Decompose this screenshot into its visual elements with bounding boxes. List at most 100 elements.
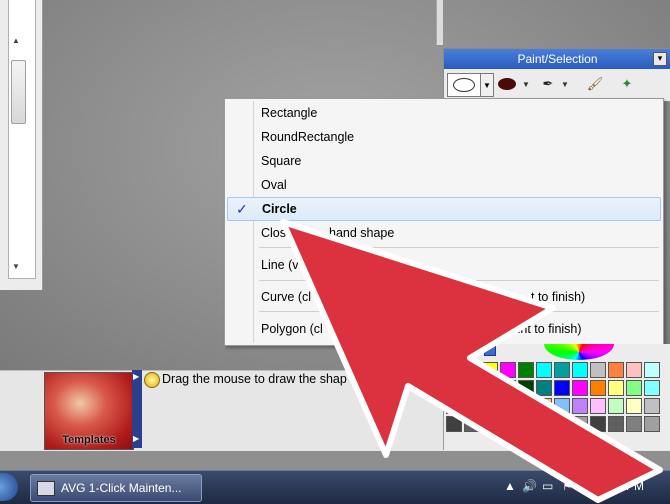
network-icon[interactable]: ▭ [542,479,553,493]
taskbar: AVG 1-Click Mainten... ▲ 🔊 ▭ ⚑ PM [0,470,670,504]
clock[interactable]: PM [626,479,644,493]
pen-dropdown-icon[interactable]: ▼ [560,73,570,95]
color-swatch[interactable] [590,398,606,414]
color-swatch[interactable] [608,416,624,432]
color-swatch[interactable] [536,362,552,378]
color-swatch[interactable] [572,416,588,432]
color-swatch[interactable] [518,398,534,414]
color-swatch[interactable] [572,380,588,396]
color-swatch[interactable] [608,362,624,378]
color-swatch[interactable] [554,362,570,378]
fill-dropdown-icon[interactable]: ▼ [521,73,531,95]
color-swatch[interactable] [626,380,642,396]
panel-title: Paint/Selection ▾ [444,49,670,69]
menu-item-closed-freehand[interactable]: Clos hand shape [227,222,661,244]
color-swatch[interactable] [446,380,462,396]
color-swatch[interactable] [464,398,480,414]
palette-icon[interactable] [484,344,496,356]
color-swatch[interactable] [464,416,480,432]
color-swatch[interactable] [464,380,480,396]
color-swatch[interactable] [626,398,642,414]
color-swatch-icon [498,78,516,90]
color-swatch[interactable] [482,380,498,396]
panel-title-text: Paint/Selection [517,52,598,66]
menu-separator [259,280,659,281]
scrollbar-thumb[interactable] [11,60,26,124]
color-swatch[interactable] [608,380,624,396]
color-swatch[interactable] [590,362,606,378]
color-swatch[interactable] [572,398,588,414]
color-swatch[interactable] [626,416,642,432]
color-swatch[interactable] [536,398,552,414]
color-swatch[interactable] [572,362,588,378]
menu-item-rectangle[interactable]: Rectangle [227,102,661,124]
menu-separator [259,247,659,248]
color-swatch[interactable] [554,416,570,432]
color-swatch[interactable] [482,416,498,432]
expand-arrow-icon: ▶ [133,434,140,443]
panel-collapse-icon[interactable]: ▾ [653,52,667,66]
paint-selection-panel: Paint/Selection ▾ ▼ ▼ ✒ ▼ 🖌 ✦ [443,48,670,102]
oval-shape-tool[interactable] [447,73,481,97]
menu-item-curve[interactable]: Curve (cl t to finish) [227,286,661,308]
scroll-down-icon[interactable]: ▼ [12,262,20,271]
menu-item-line[interactable]: Line (v [227,254,661,276]
volume-icon[interactable]: 🔊 [522,479,537,493]
right-panel-frame [436,0,443,45]
color-swatch[interactable] [518,362,534,378]
checkmark-icon: ✓ [236,201,248,217]
color-swatch[interactable] [482,362,498,378]
color-swatch[interactable] [590,380,606,396]
pen-icon[interactable]: ✒ [538,73,558,95]
color-wheel[interactable] [544,344,614,360]
expand-arrow-icon: ▶ [133,372,140,381]
color-swatch[interactable] [518,416,534,432]
color-swatch[interactable] [536,416,552,432]
left-panel: ▲ ▼ [0,0,43,290]
shape-dropdown-button[interactable]: ▼ [480,73,494,97]
monitor-icon [37,481,55,496]
flag-icon[interactable]: ⚑ [562,479,573,493]
color-swatch[interactable] [500,398,516,414]
color-swatch[interactable] [590,416,606,432]
scroll-up-icon[interactable]: ▲ [12,36,20,45]
oval-icon [453,78,475,92]
menu-item-oval[interactable]: Oval [227,174,661,196]
color-swatch[interactable] [518,380,534,396]
start-button[interactable] [0,473,18,501]
taskbar-app-button[interactable]: AVG 1-Click Mainten... [30,474,202,502]
color-swatch[interactable] [446,362,462,378]
color-swatch[interactable] [536,380,552,396]
templates-label: Templates [62,434,116,446]
color-grid [446,362,660,432]
color-swatch[interactable] [500,380,516,396]
panel-expand-strip[interactable]: ▶ ▶ [132,370,142,448]
color-swatch[interactable] [482,398,498,414]
color-swatch[interactable] [554,380,570,396]
color-swatch[interactable] [626,362,642,378]
color-palette-panel [443,344,670,450]
color-swatch[interactable] [644,398,660,414]
menu-item-circle[interactable]: ✓ Circle [227,197,661,221]
menu-item-square[interactable]: Square [227,150,661,172]
menu-item-roundrectangle[interactable]: RoundRectangle [227,126,661,148]
color-swatch[interactable] [500,416,516,432]
menu-item-polygon[interactable]: Polygon (cl t the last point to finish) [227,318,661,340]
color-swatch[interactable] [554,398,570,414]
color-swatch[interactable] [500,362,516,378]
tray-arrow-icon[interactable]: ▲ [504,479,516,493]
color-swatch[interactable] [644,362,660,378]
brush-icon[interactable]: 🖌 [584,73,606,95]
hint-text: Drag the mouse to draw the shap [162,372,347,386]
taskbar-app-label: AVG 1-Click Mainten... [61,481,182,495]
templates-thumbnail[interactable]: Templates [44,372,134,450]
color-swatch[interactable] [446,398,462,414]
tool-row: ▼ ▼ ✒ ▼ 🖌 ✦ [444,69,670,99]
color-swatch[interactable] [446,416,462,432]
color-swatch[interactable] [644,416,660,432]
color-swatch[interactable] [644,380,660,396]
color-swatch[interactable] [608,398,624,414]
fill-color-tool[interactable] [496,73,518,95]
magic-wand-icon[interactable]: ✦ [616,73,638,95]
color-swatch[interactable] [464,362,480,378]
